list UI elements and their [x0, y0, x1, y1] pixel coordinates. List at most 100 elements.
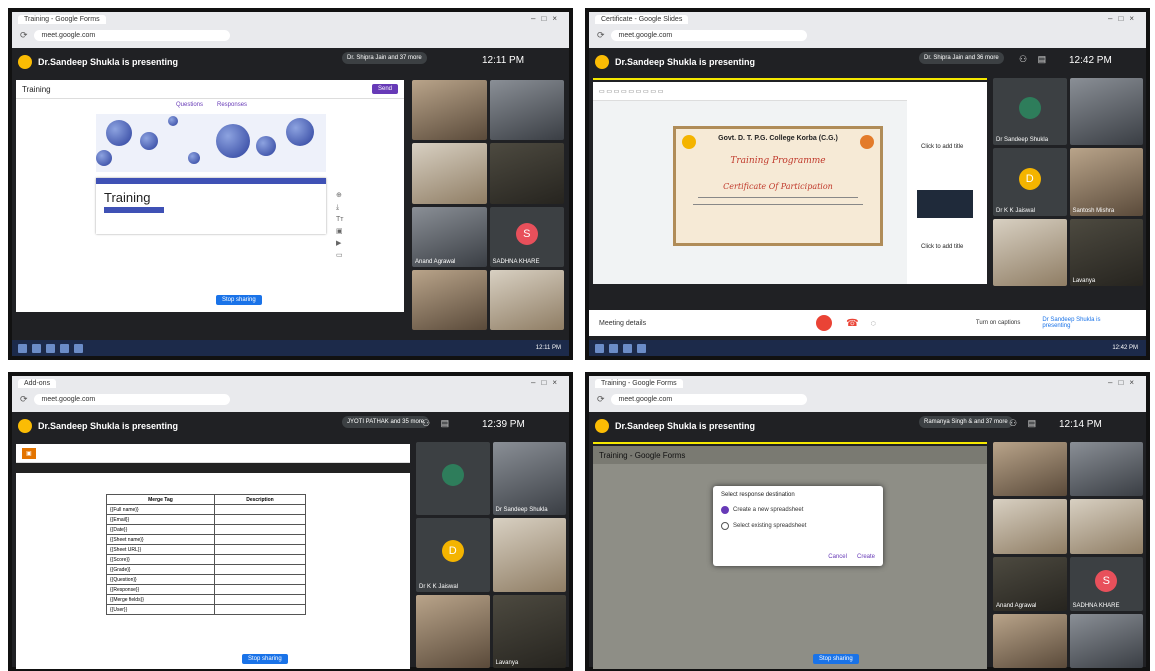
create-button[interactable]: Create [857, 554, 875, 560]
side-title-button-2[interactable]: Click to add title [921, 244, 987, 250]
emblem-icon [860, 135, 874, 149]
cancel-button[interactable]: Cancel [828, 554, 847, 560]
participant-tile[interactable] [993, 218, 1067, 286]
tab-responses[interactable]: Responses [217, 102, 247, 108]
meet-toolbar-icons[interactable]: ⚇ ▤ [1009, 418, 1040, 429]
slides-toolbar[interactable]: ▭ ▭ ▭ ▭ ▭ ▭ ▭ ▭ ▭ [593, 82, 987, 101]
participant-tile[interactable]: Anand Agrawal [993, 556, 1067, 611]
form-doc-title: Training - Google Forms [599, 450, 686, 460]
taskbar-app-icon[interactable] [74, 343, 83, 353]
taskbar-app-icon[interactable] [609, 343, 618, 353]
taskbar-app-icon[interactable] [623, 343, 632, 353]
participant-tile[interactable] [416, 442, 490, 516]
participant-tile[interactable] [416, 594, 490, 668]
participant-tile[interactable] [489, 143, 564, 204]
participant-tile[interactable] [993, 613, 1067, 668]
participant-tile[interactable]: S SADHNA KHARE [1069, 556, 1143, 611]
taskbar-app-icon[interactable] [32, 343, 41, 353]
presenting-button[interactable]: Dr Sandeep Shukla is presenting [1042, 317, 1112, 329]
pinned-participants[interactable]: Ramanya Singh & and 37 more [919, 416, 1013, 428]
participant-tile[interactable] [489, 269, 564, 330]
participant-tile[interactable]: Anand Agrawal [412, 206, 487, 267]
address-bar[interactable]: meet.google.com [33, 394, 230, 405]
reload-icon[interactable]: ⟳ [597, 30, 605, 41]
option-new-spreadsheet[interactable]: Create a new spreadsheet [733, 507, 803, 513]
side-thumbnail[interactable] [917, 190, 973, 218]
participant-grid: Dr Sandeep Shukla D Dr K K Jaiswal Lavan… [416, 442, 566, 668]
start-icon[interactable] [18, 343, 27, 353]
side-title-button[interactable]: Click to add title [921, 144, 987, 150]
windows-taskbar: 12:42 PM [589, 340, 1146, 356]
panel-top-right: Certificate - Google Slides ⟳ meet.googl… [585, 8, 1150, 360]
stop-sharing-button[interactable]: Stop sharing [242, 654, 288, 664]
more-icon[interactable]: ◌ [871, 318, 876, 328]
panel-bottom-right: Training - Google Forms ⟳ meet.google.co… [585, 372, 1150, 671]
addon-logo: ▣ [22, 447, 36, 459]
presenting-highlight [593, 78, 987, 80]
participant-tile[interactable]: S SADHNA KHARE [489, 206, 564, 267]
tab-questions[interactable]: Questions [176, 102, 203, 108]
participant-tile[interactable]: D Dr K K Jaiswal [993, 148, 1067, 216]
participant-tile[interactable]: Dr Sandeep Shukla [993, 78, 1067, 146]
meet-toolbar-icons[interactable]: ⚇ ▤ [422, 418, 453, 429]
participant-tile[interactable] [412, 80, 487, 141]
taskbar-app-icon[interactable] [637, 343, 646, 353]
hangup-icon[interactable]: ☎ [846, 318, 858, 329]
reload-icon[interactable]: ⟳ [20, 394, 28, 405]
participant-tile[interactable] [489, 80, 564, 141]
addon-header[interactable]: ▣ [16, 444, 410, 463]
reload-icon[interactable]: ⟳ [597, 394, 605, 405]
mic-off-icon[interactable] [816, 315, 833, 331]
window-controls[interactable]: –□× [1108, 14, 1140, 23]
taskbar-app-icon[interactable] [46, 343, 55, 353]
reload-icon[interactable]: ⟳ [20, 30, 28, 41]
window-controls[interactable]: –□× [531, 378, 563, 387]
meet-window: Dr.Sandeep Shukla is presenting Ramanya … [589, 412, 1146, 669]
participant-tile[interactable]: D Dr K K Jaiswal [416, 518, 490, 592]
presenter-text: Dr.Sandeep Shukla is presenting [615, 57, 756, 67]
browser-tab[interactable]: Certificate - Google Slides [595, 15, 689, 24]
meet-toolbar-icons[interactable]: ⚇ ▤ [1019, 54, 1050, 65]
window-controls[interactable]: –□× [531, 14, 563, 23]
form-side-toolbar[interactable]: ⊕ ⤓ Tт ▣ ▶ ▭ [336, 190, 343, 262]
browser-tab[interactable]: Training - Google Forms [18, 15, 106, 24]
participant-tile[interactable] [1069, 613, 1143, 668]
form-title-card[interactable]: Training [96, 178, 326, 234]
clock: 12:14 PM [1059, 419, 1102, 430]
participant-tile[interactable] [492, 518, 566, 592]
participant-tile[interactable] [412, 143, 487, 204]
certificate-college: Govt. D. T. P.G. College Korba (C.G.) [718, 135, 838, 142]
radio-new-icon[interactable] [721, 506, 729, 514]
option-existing-spreadsheet[interactable]: Select existing spreadsheet [733, 523, 806, 529]
window-controls[interactable]: –□× [1108, 378, 1140, 387]
participant-tile[interactable]: Dr Sandeep Shukla [492, 442, 566, 516]
captions-button[interactable]: Turn on captions [976, 320, 1020, 326]
radio-existing-icon[interactable] [721, 522, 729, 530]
stop-sharing-button[interactable]: Stop sharing [813, 654, 859, 664]
pinned-participants[interactable]: Dr. Shipra Jain and 37 more [342, 52, 427, 64]
meet-controls: Meeting details ☎ ◌ Turn on captions Dr … [589, 310, 1146, 336]
side-panel: Click to add title Click to add title [907, 100, 987, 284]
taskbar-app-icon[interactable] [60, 343, 69, 353]
participant-tile[interactable] [1069, 499, 1143, 554]
participant-tile[interactable]: Lavanya [1069, 218, 1143, 286]
participant-tile[interactable] [993, 442, 1067, 497]
participant-tile[interactable] [1069, 78, 1143, 146]
address-bar[interactable]: meet.google.com [610, 30, 807, 41]
participant-tile[interactable] [1069, 442, 1143, 497]
dialog-title: Select response destination [721, 492, 795, 498]
participant-tile[interactable] [412, 269, 487, 330]
address-bar[interactable]: meet.google.com [33, 30, 230, 41]
send-button[interactable]: Send [371, 84, 398, 94]
stop-sharing-button[interactable]: Stop sharing [216, 295, 262, 305]
participant-tile[interactable]: Lavanya [492, 594, 566, 668]
participant-tile[interactable]: Santosh Mishra [1069, 148, 1143, 216]
participant-tile[interactable] [993, 499, 1067, 554]
pinned-participants[interactable]: Dr. Shipra Jain and 36 more [919, 52, 1004, 64]
browser-tab[interactable]: Training - Google Forms [595, 379, 683, 388]
pinned-participants[interactable]: JYOTI PATHAK and 35 more [342, 416, 430, 428]
address-bar[interactable]: meet.google.com [610, 394, 807, 405]
meeting-details-button[interactable]: Meeting details [599, 320, 646, 327]
browser-tab[interactable]: Add-ons [18, 379, 57, 388]
start-icon[interactable] [595, 343, 604, 353]
